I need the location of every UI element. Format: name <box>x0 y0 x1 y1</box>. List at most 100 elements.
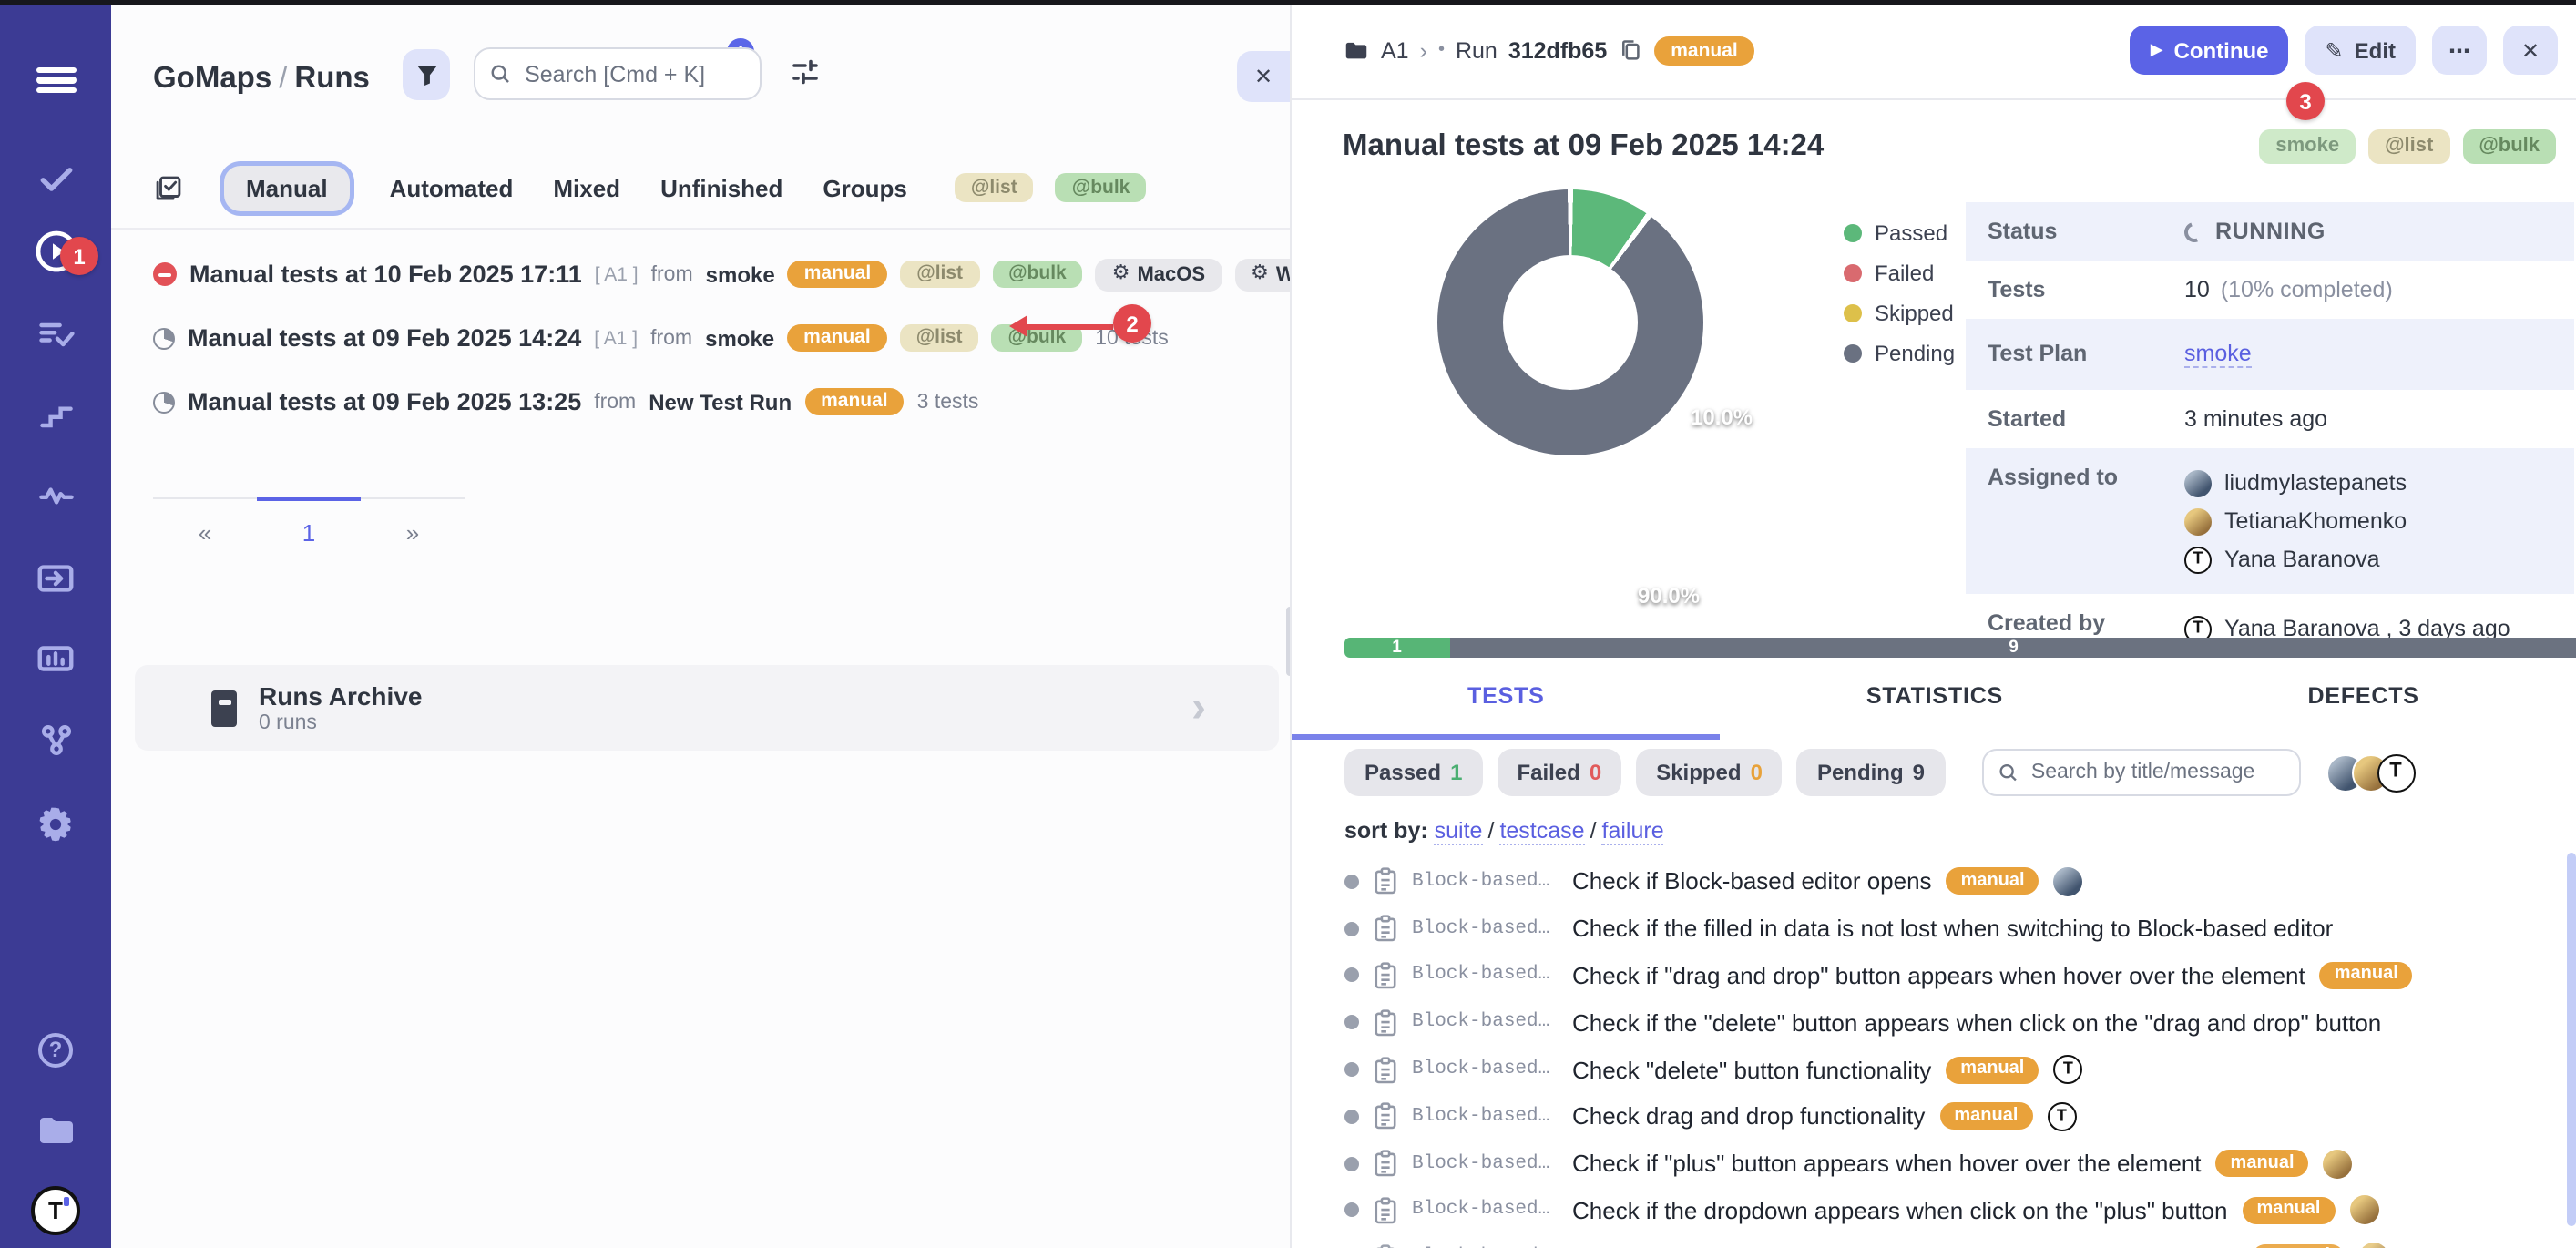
display-settings-button[interactable] <box>785 55 825 95</box>
user-avatar[interactable]: T <box>31 1186 80 1235</box>
test-list-item[interactable]: Block-based...Check if Block-based edito… <box>1344 858 2576 905</box>
badge-manual: manual <box>787 324 887 353</box>
breadcrumb-section[interactable]: Runs <box>294 62 370 95</box>
detail-tab-tests[interactable]: TESTS <box>1292 683 1721 740</box>
continue-button[interactable]: ▶Continue <box>2131 26 2289 75</box>
legend-label: Passed <box>1875 220 1947 246</box>
pagination-page-1[interactable]: 1 <box>257 497 361 547</box>
app: ? T GoMaps/Runs 1 <box>0 0 2576 1248</box>
filter-button[interactable]: 1 <box>403 49 450 100</box>
run-tags: smoke@list@bulk <box>2259 129 2556 164</box>
test-status-dot <box>1344 1203 1359 1218</box>
tab-automated[interactable]: Automated <box>390 174 514 201</box>
test-list-item[interactable]: Block-based...Check if "plus" button app… <box>1344 1141 2576 1188</box>
detail-panel-close-button[interactable]: ✕ <box>1237 51 1290 102</box>
runs-search-input[interactable] <box>521 59 745 88</box>
runs-search <box>474 47 762 100</box>
detail-tab-defects[interactable]: DEFECTS <box>2149 683 2576 740</box>
tests-search-input[interactable] <box>2028 760 2284 785</box>
pagination-prev[interactable]: « <box>153 497 257 547</box>
run-details-table: Status RUNNING Tests 10(10% completed) T… <box>1966 202 2574 663</box>
assignee-avatar-stack[interactable] <box>2326 753 2415 792</box>
imports-icon[interactable] <box>0 554 111 601</box>
tab-manual[interactable]: Manual <box>224 165 350 210</box>
test-list-item[interactable]: Block-based...Check if the "delete" butt… <box>1344 999 2576 1047</box>
archive-count: 0 runs <box>259 712 422 734</box>
select-all-icon[interactable] <box>153 172 184 203</box>
test-plans-icon[interactable] <box>0 312 111 359</box>
filter-chip-failed[interactable]: Failed0 <box>1497 749 1621 796</box>
test-list-item[interactable]: Block-based...Check if "drag and drop" b… <box>1344 952 2576 999</box>
reports-icon[interactable] <box>0 634 111 681</box>
from-label: from <box>594 391 636 413</box>
tag-chip-bulk[interactable]: @bulk <box>1056 174 1147 202</box>
donut-passed-label: 10.0% <box>1691 404 1753 430</box>
assigned-user: TetianaKhomenko <box>2184 503 2407 539</box>
legend-label: Pending <box>1875 341 1955 366</box>
milestones-icon[interactable] <box>0 392 111 439</box>
close-button[interactable]: ✕ <box>2503 26 2558 75</box>
edit-button[interactable]: ✎Edit <box>2305 26 2416 75</box>
more-button[interactable]: ⋯ <box>2432 26 2487 75</box>
tests-icon[interactable] <box>0 155 111 202</box>
test-assignee-avatar <box>2053 1055 2082 1084</box>
test-list-item[interactable]: Block-based... Check drag and drop functi… <box>1344 1093 2576 1141</box>
test-title: Check if "plus" button appears when hove… <box>1572 1150 2202 1177</box>
tab-groups[interactable]: Groups <box>823 174 906 201</box>
play-icon: ▶ <box>2151 40 2163 60</box>
sort-link-suite[interactable]: suite <box>1435 818 1483 845</box>
pagination-next[interactable]: » <box>361 497 465 547</box>
integrations-icon[interactable] <box>0 716 111 763</box>
sort-link-failure[interactable]: failure <box>1602 818 1664 845</box>
run-list-item[interactable]: Manual tests at 10 Feb 2025 17:11[ A1 ]f… <box>153 242 1283 306</box>
breadcrumb-project[interactable]: GoMaps <box>153 62 271 95</box>
results-donut-chart: 10.0% 90.0% <box>1437 189 1703 455</box>
menu-icon[interactable] <box>0 56 111 104</box>
detail-tab-statistics[interactable]: STATISTICS <box>1721 683 2150 740</box>
clipboard-icon <box>1374 1009 1397 1037</box>
chip-label: Pending <box>1817 760 1904 785</box>
tab-unfinished[interactable]: Unfinished <box>660 174 782 201</box>
assigned-avatar <box>2184 469 2212 496</box>
badge-bulk: @bulk <box>992 261 1083 289</box>
test-list-item[interactable]: Block-based...manual <box>1344 1234 2576 1248</box>
test-list-item[interactable]: Block-based...Check if the filled in dat… <box>1344 905 2576 953</box>
run-title: Manual tests at 09 Feb 2025 14:24 <box>188 324 581 352</box>
gear-icon: ⚙ <box>1251 264 1269 284</box>
test-title: Check drag and drop functionality <box>1572 1103 1925 1130</box>
assigned-name: Yana Baranova <box>2224 541 2380 578</box>
filter-chip-passed[interactable]: Passed1 <box>1344 749 1482 796</box>
runs-archive-card[interactable]: Runs Archive 0 runs › <box>135 665 1279 751</box>
activity-icon[interactable] <box>0 472 111 519</box>
test-assignee-avatar <box>2047 1102 2076 1131</box>
projects-icon[interactable] <box>0 1106 111 1153</box>
clipboard-icon <box>1374 1150 1397 1177</box>
test-list-item[interactable]: Block-based...Check "delete" button func… <box>1344 1046 2576 1093</box>
test-title: Check if the dropdown appears when click… <box>1572 1197 2227 1224</box>
right-scrollbar-thumb[interactable] <box>2567 853 2576 1226</box>
breadcrumb-suite[interactable]: A1 <box>1381 38 1409 64</box>
run-detail-header: A1 › • Run 312dfb65 manual ▶Continue ✎Ed… <box>1292 5 2576 100</box>
platform-label: MacOS <box>1137 263 1205 285</box>
search-icon <box>490 62 510 86</box>
tag-chip-list[interactable]: @list <box>955 174 1034 202</box>
run-list-item[interactable]: Manual tests at 09 Feb 2025 13:25fromNew… <box>153 370 1283 434</box>
settings-icon[interactable] <box>0 800 111 847</box>
test-plan-link[interactable]: smoke <box>2184 341 2252 368</box>
tab-mixed[interactable]: Mixed <box>553 174 620 201</box>
test-list-item[interactable]: Block-based...Check if the dropdown appe… <box>1344 1187 2576 1234</box>
test-badge-manual: manual <box>1939 1103 2032 1130</box>
copy-icon[interactable] <box>1618 38 1643 64</box>
legend-item-pending: Pending <box>1844 341 1955 366</box>
sidebar: ? T <box>0 5 111 1248</box>
run-list-item[interactable]: Manual tests at 09 Feb 2025 14:24[ A1 ]f… <box>153 306 1283 370</box>
test-suite: Block-based... <box>1412 965 1558 987</box>
detail-row-started: Started 3 minutes ago <box>1966 390 2574 448</box>
sort-link-testcase[interactable]: testcase <box>1499 818 1584 845</box>
test-suite: Block-based... <box>1412 1106 1558 1128</box>
annotation-2-arrow <box>1026 323 1113 330</box>
filter-chip-pending[interactable]: Pending9 <box>1797 749 1945 796</box>
badge-manual: manual <box>804 388 905 416</box>
help-icon[interactable]: ? <box>0 1026 111 1073</box>
filter-chip-skipped[interactable]: Skipped0 <box>1636 749 1783 796</box>
